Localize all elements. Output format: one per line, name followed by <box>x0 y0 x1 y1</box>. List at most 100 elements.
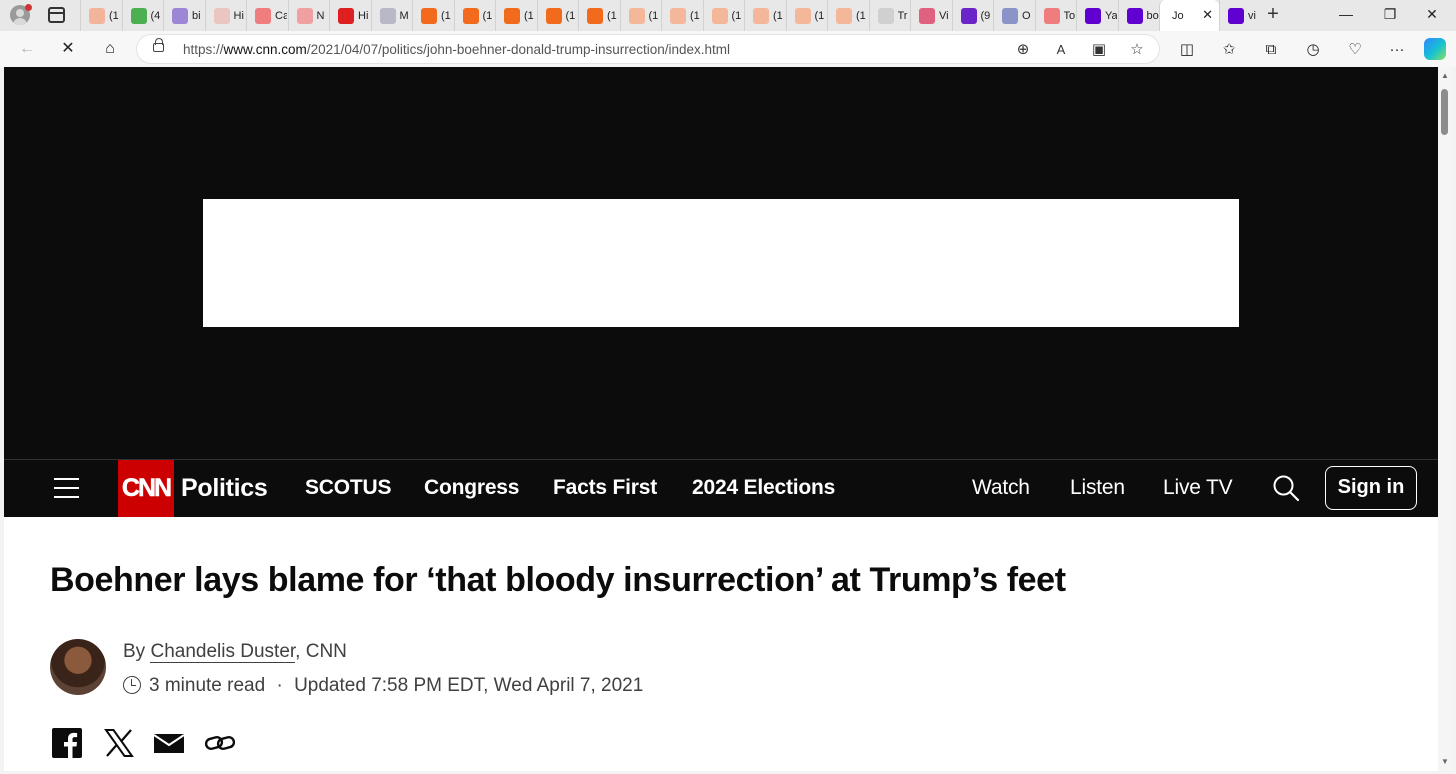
browser-tab[interactable]: (4 <box>121 0 164 31</box>
tab-title: (1 <box>482 9 493 22</box>
tab-favicon-icon <box>919 7 935 24</box>
back-icon[interactable]: ← <box>16 38 38 60</box>
nav-link-watch[interactable]: Watch <box>972 476 1030 500</box>
browser-tab[interactable]: bi <box>163 0 205 31</box>
read-aloud-icon[interactable]: A <box>1051 40 1071 60</box>
browser-tab-active[interactable]: Jo ✕ <box>1159 0 1219 31</box>
close-tab-icon[interactable]: ✕ <box>1202 7 1213 23</box>
home-icon[interactable]: ⌂ <box>99 38 121 60</box>
browser-tab[interactable]: Vi <box>910 0 952 31</box>
stop-loading-icon[interactable]: ✕ <box>57 38 79 60</box>
browser-tab[interactable]: To <box>1034 0 1077 31</box>
ad-slot[interactable] <box>203 199 1239 327</box>
tab-title: (1 <box>690 9 700 22</box>
tab-title: (1 <box>648 9 659 22</box>
browser-tab[interactable]: (1 <box>827 0 869 31</box>
tab-title: (1 <box>565 9 576 22</box>
cnn-logo[interactable]: CNN <box>118 460 174 517</box>
sign-in-button[interactable]: Sign in <box>1325 466 1417 510</box>
browser-tab[interactable]: bo <box>1117 0 1160 31</box>
tab-favicon-icon <box>379 7 396 24</box>
minimize-button[interactable]: — <box>1336 6 1356 22</box>
health-icon[interactable]: ♡ <box>1344 39 1366 61</box>
scroll-up-icon[interactable]: ▲ <box>1441 71 1449 80</box>
tab-favicon-icon <box>711 7 728 24</box>
scrollbar-thumb[interactable] <box>1441 89 1448 135</box>
lock-icon[interactable] <box>153 38 164 52</box>
author-link[interactable]: Chandelis Duster <box>150 641 296 663</box>
tab-title: (1 <box>773 9 783 22</box>
page-viewport: CNN Politics SCOTUS Congress Facts First… <box>4 67 1438 771</box>
browser-tab[interactable]: vi <box>1219 0 1261 31</box>
browser-tab[interactable]: Tr <box>868 0 911 31</box>
immersive-reader-icon[interactable]: ▣ <box>1089 40 1109 60</box>
link-icon[interactable] <box>205 728 235 758</box>
tab-favicon-icon <box>960 7 977 24</box>
tab-favicon-icon <box>628 7 645 24</box>
restore-button[interactable]: ❐ <box>1380 6 1400 23</box>
tab-title: Tr <box>897 9 908 22</box>
browser-tab[interactable]: Ca <box>246 0 288 31</box>
page-scrollbar[interactable]: ▲ ▼ <box>1438 67 1452 771</box>
section-title-politics[interactable]: Politics <box>181 474 268 503</box>
split-screen-icon[interactable]: ◫ <box>1176 39 1198 61</box>
tab-title: (1 <box>524 9 534 22</box>
browser-tab[interactable]: M <box>370 0 413 31</box>
email-icon[interactable] <box>154 728 184 758</box>
nav-link-listen[interactable]: Listen <box>1070 476 1125 500</box>
tab-favicon-icon <box>753 7 769 24</box>
browser-tab[interactable]: (9 <box>951 0 994 31</box>
address-bar[interactable]: https://www.cnn.com/2021/04/07/politics/… <box>136 34 1160 64</box>
browser-tab[interactable]: O <box>993 0 1035 31</box>
browser-tab[interactable]: (1 <box>619 0 662 31</box>
tab-favicon-icon <box>794 7 811 24</box>
facebook-icon[interactable] <box>52 728 82 758</box>
tab-favicon-icon <box>172 7 188 24</box>
browser-tab[interactable]: (1 <box>412 0 454 31</box>
history-icon[interactable]: ◷ <box>1302 39 1324 61</box>
nav-link-live-tv[interactable]: Live TV <box>1163 476 1233 500</box>
nav-link-2024-elections[interactable]: 2024 Elections <box>692 476 835 500</box>
browser-tab[interactable]: (1 <box>80 0 122 31</box>
browser-tab[interactable]: (1 <box>661 0 703 31</box>
tab-strip: (1 (4 bi Hi Ca N Hi M (1 (1 (1 (1 (1 (1 (1 (1 (1 (1 (1 Tr Vi… <box>0 0 1456 31</box>
more-icon[interactable]: ··· <box>1386 39 1408 61</box>
copilot-icon[interactable] <box>1424 38 1446 60</box>
nav-link-scotus[interactable]: SCOTUS <box>305 476 392 500</box>
tab-favicon-icon <box>255 7 271 24</box>
browser-tab[interactable]: (1 <box>785 0 828 31</box>
tab-title: M <box>399 9 409 22</box>
favorite-star-icon[interactable]: ☆ <box>1127 40 1147 60</box>
close-window-button[interactable]: ✕ <box>1422 6 1442 23</box>
browser-tab[interactable]: (1 <box>578 0 620 31</box>
zoom-icon[interactable]: ⊕ <box>1013 40 1033 60</box>
hamburger-icon[interactable] <box>54 477 79 499</box>
nav-link-congress[interactable]: Congress <box>424 476 519 500</box>
browser-tab[interactable]: N <box>287 0 330 31</box>
byline: By Chandelis Duster, CNN <box>123 641 347 663</box>
collections-icon[interactable]: ⧉ <box>1260 39 1282 61</box>
browser-tab[interactable]: (1 <box>453 0 496 31</box>
new-tab-button[interactable]: + <box>1262 3 1284 25</box>
scroll-down-icon[interactable]: ▼ <box>1441 757 1449 766</box>
tab-favicon-icon <box>130 7 147 24</box>
browser-tab[interactable]: (1 <box>536 0 579 31</box>
tab-title: N <box>316 9 325 22</box>
browser-tab[interactable]: (1 <box>702 0 745 31</box>
favorites-icon[interactable]: ✩ <box>1218 39 1240 61</box>
tab-favicon-icon <box>587 7 603 24</box>
browser-tab[interactable]: Hi <box>329 0 371 31</box>
author-avatar[interactable] <box>50 639 106 695</box>
tab-title: To <box>1063 9 1076 22</box>
nav-link-facts-first[interactable]: Facts First <box>553 476 657 500</box>
tab-title: Vi <box>939 9 949 22</box>
browser-tab[interactable]: (1 <box>495 0 537 31</box>
x-icon[interactable] <box>104 728 134 758</box>
search-icon[interactable] <box>1272 474 1300 502</box>
tab-actions-icon[interactable] <box>48 7 65 23</box>
browser-tab[interactable]: (1 <box>744 0 786 31</box>
browser-tab[interactable]: Hi <box>204 0 247 31</box>
tab-favicon-icon <box>89 7 105 24</box>
url-text[interactable]: https://www.cnn.com/2021/04/07/politics/… <box>183 42 730 57</box>
browser-tab[interactable]: Ya <box>1076 0 1118 31</box>
